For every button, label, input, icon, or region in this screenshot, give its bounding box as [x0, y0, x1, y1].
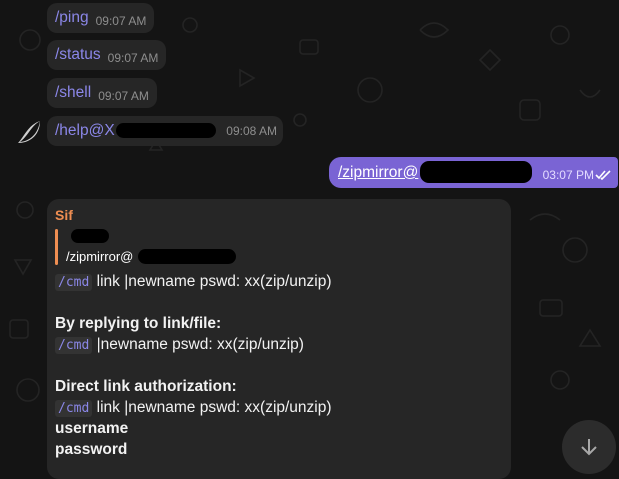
usage-text: |newname pswd: xx(zip/unzip) [96, 336, 304, 353]
usage-line-2: /cmd |newname pswd: xx(zip/unzip) [55, 336, 304, 354]
inline-code[interactable]: /cmd [55, 400, 93, 417]
double-check-icon [595, 170, 611, 181]
message-status[interactable]: /status 09:07 AM [47, 40, 167, 70]
message-shell[interactable]: /shell 09:07 AM [47, 78, 157, 108]
command-link[interactable]: /status [55, 46, 101, 63]
param-username: username [55, 420, 129, 437]
usage-text: link |newname pswd: xx(zip/unzip) [96, 273, 332, 290]
message-ping[interactable]: /ping 09:07 AM [47, 3, 155, 33]
section-heading: By replying to link/file: [55, 315, 222, 332]
message-time: 09:07 AM [107, 51, 159, 65]
inline-code[interactable]: /cmd [55, 274, 93, 291]
redaction-mark [138, 249, 236, 264]
usage-line-1: /cmd link |newname pswd: xx(zip/unzip) [55, 273, 332, 291]
usage-line-3: /cmd link |newname pswd: xx(zip/unzip) [55, 399, 332, 417]
scroll-down-button[interactable] [562, 420, 616, 474]
command-link[interactable]: /shell [55, 84, 91, 101]
command-link[interactable]: /ping [55, 9, 89, 26]
message-time: 09:07 AM [98, 89, 149, 103]
message-time: 03:07 PM [542, 168, 594, 182]
quote-bar [55, 229, 58, 265]
command-link[interactable]: /zipmirror@ [338, 164, 418, 182]
param-password: password [55, 441, 128, 458]
crescent-icon [18, 121, 40, 143]
inline-code[interactable]: /cmd [55, 337, 93, 354]
sender-name[interactable]: Sif [55, 207, 73, 223]
redaction-mark [116, 123, 216, 138]
quoted-message[interactable]: /zipmirror@ [66, 249, 133, 264]
message-time: 09:08 AM [226, 124, 277, 138]
command-link[interactable]: /help@X [55, 122, 115, 139]
message-time: 09:07 AM [95, 14, 147, 28]
redaction-mark [420, 161, 532, 183]
reply-message[interactable]: Sif /zipmirror@ /cmd link |newname pswd:… [47, 199, 511, 479]
redaction-mark [71, 229, 109, 243]
arrow-down-icon [581, 439, 597, 456]
section-heading: Direct link authorization: [55, 378, 237, 395]
usage-text: link |newname pswd: xx(zip/unzip) [96, 399, 332, 416]
